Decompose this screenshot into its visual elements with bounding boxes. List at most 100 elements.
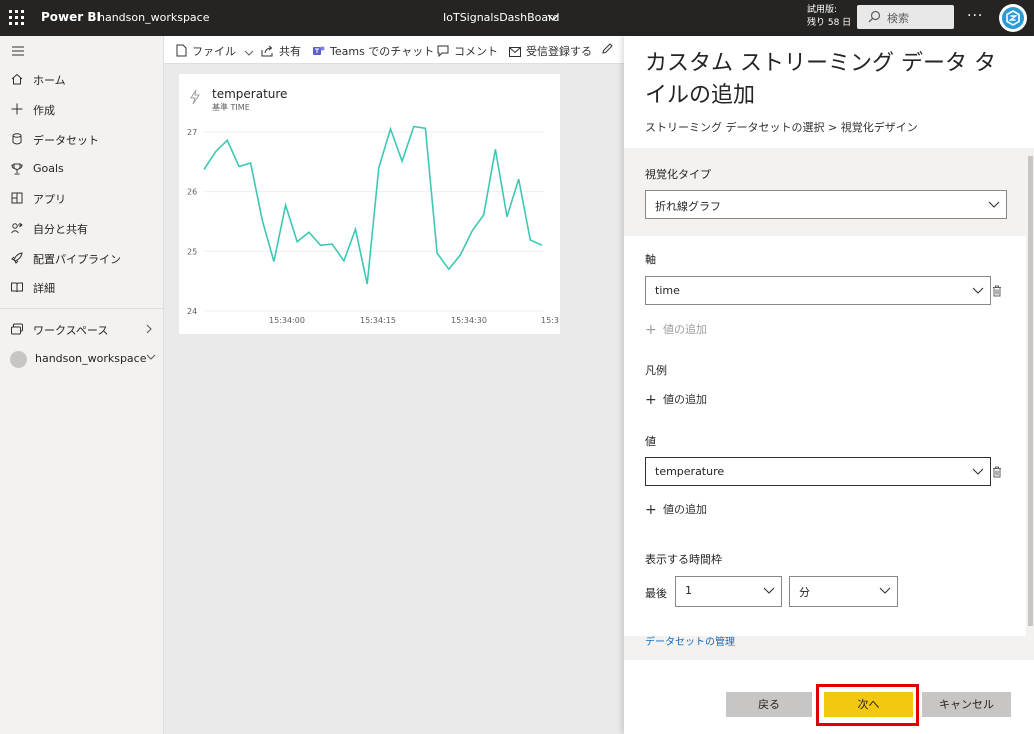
brand-name[interactable]: Power BI	[41, 10, 101, 24]
book-icon	[11, 282, 23, 293]
workspace-avatar-icon	[10, 351, 27, 368]
legend-label: 凡例	[645, 364, 667, 377]
database-icon	[12, 133, 22, 145]
more-options-icon[interactable]: ···	[967, 8, 983, 24]
scrollbar-thumb[interactable]	[1028, 156, 1033, 626]
top-bar: Power BI handson_workspace IoTSignalsDas…	[0, 0, 1034, 36]
viz-type-dropdown[interactable]: 折れ線グラフ	[645, 190, 1007, 219]
nav-item-label: アプリ	[33, 193, 66, 206]
values-label: 値	[645, 435, 656, 448]
add-tile-panel: カスタム ストリーミング データ タイルの追加 ストリーミング データセットの選…	[624, 36, 1034, 734]
values-value: temperature	[655, 465, 725, 478]
subscribe-button[interactable]: 受信登録する	[509, 43, 592, 59]
apps-icon	[11, 192, 23, 204]
time-number-dropdown[interactable]: 1	[675, 576, 782, 607]
dashboard-title[interactable]: IoTSignalsDashBoard	[443, 11, 559, 24]
y-tick-label: 25	[187, 247, 197, 256]
nav-item-label: 配置パイプライン	[33, 253, 121, 266]
account-avatar[interactable]	[999, 4, 1027, 32]
delete-icon[interactable]	[992, 466, 1002, 478]
nav-item-pipelines[interactable]: 配置パイプライン	[0, 245, 164, 271]
chevron-down-icon[interactable]	[546, 10, 560, 24]
add-value-label: 値の追加	[663, 393, 707, 406]
wizard-breadcrumb: ストリーミング データセットの選択 > 視覚化デザイン	[645, 121, 918, 134]
app-launcher-icon[interactable]	[9, 10, 25, 26]
nav-item-current-workspace[interactable]: handson_workspace	[0, 346, 164, 372]
nav-item-label: ワークスペース	[33, 324, 109, 337]
back-button[interactable]: 戻る	[726, 692, 812, 717]
avatar-icon	[1002, 7, 1024, 29]
viz-type-value: 折れ線グラフ	[655, 200, 721, 213]
nav-item-learn[interactable]: 詳細	[0, 274, 164, 300]
y-tick-label: 27	[187, 128, 197, 137]
subscribe-label: 受信登録する	[526, 45, 592, 58]
search-icon	[868, 10, 881, 23]
chevron-down-icon	[988, 201, 1000, 208]
chevron-right-icon[interactable]	[145, 323, 153, 335]
x-tick-label: 15:34:00	[269, 316, 305, 325]
rocket-icon	[11, 252, 23, 264]
plus-icon	[11, 103, 23, 115]
search-placeholder: 検索	[887, 12, 909, 25]
line-chart: 24 25 26 27 15:34:00 15:34:15 15:34:30 15:3	[187, 125, 559, 325]
pencil-icon	[602, 43, 613, 54]
time-window-label: 表示する時間枠	[645, 553, 722, 566]
teams-icon	[313, 46, 325, 55]
teams-label: Teams でのチャット	[330, 45, 435, 58]
values-dropdown[interactable]: temperature	[645, 457, 991, 486]
share-button[interactable]: 共有	[261, 43, 301, 59]
teams-chat-button[interactable]: Teams でのチャット	[312, 43, 434, 59]
cancel-button[interactable]: キャンセル	[922, 692, 1011, 717]
search-input[interactable]: 検索	[857, 5, 954, 29]
file-icon	[176, 44, 187, 57]
chevron-down-icon[interactable]	[145, 353, 157, 361]
breadcrumb-workspace[interactable]: handson_workspace	[98, 11, 210, 24]
trial-label: 試用版:	[807, 5, 838, 15]
nav-item-goals[interactable]: Goals	[0, 156, 164, 182]
nav-item-workspaces[interactable]: ワークスペース	[0, 316, 164, 342]
home-icon	[11, 73, 23, 85]
nav-item-create[interactable]: 作成	[0, 96, 164, 122]
x-tick-label: 15:34:30	[451, 316, 487, 325]
nav-item-home[interactable]: ホーム	[0, 66, 164, 92]
streaming-tile[interactable]: temperature 基準 TIME 24 25 26 27 15:34:00 15:3…	[179, 74, 560, 334]
temperature-line	[203, 125, 543, 285]
file-menu[interactable]: ファイル	[176, 43, 254, 59]
axis-label: 軸	[645, 253, 656, 266]
trial-status: 試用版: 残り 58 日	[807, 4, 851, 30]
file-label: ファイル	[192, 45, 236, 58]
manage-datasets-link[interactable]: データセットの管理	[645, 633, 735, 648]
chevron-down-icon	[763, 587, 775, 594]
delete-icon[interactable]	[992, 285, 1002, 297]
viz-type-label: 視覚化タイプ	[645, 168, 711, 181]
panel-title: カスタム ストリーミング データ タイルの追加	[645, 51, 996, 108]
nav-divider	[0, 308, 164, 309]
last-label: 最後	[645, 587, 667, 600]
add-legend-value-button[interactable]: + 値の追加	[645, 391, 707, 408]
nav-item-apps[interactable]: アプリ	[0, 185, 164, 211]
nav-item-datasets[interactable]: データセット	[0, 126, 164, 152]
y-tick-label: 24	[187, 307, 197, 316]
add-axis-value-button[interactable]: + 値の追加	[645, 321, 707, 338]
plus-icon: +	[645, 502, 657, 518]
add-values-value-button[interactable]: + 値の追加	[645, 501, 707, 518]
axis-value: time	[655, 284, 680, 297]
time-unit-dropdown[interactable]: 分	[789, 576, 898, 607]
hamburger-menu-icon[interactable]	[11, 45, 25, 57]
workspaces-icon	[11, 323, 23, 335]
edit-button[interactable]	[601, 43, 618, 56]
time-unit-value: 分	[799, 586, 810, 599]
share-label: 共有	[279, 45, 301, 58]
comment-button[interactable]: コメント	[437, 43, 498, 59]
time-number-value: 1	[685, 584, 692, 597]
trophy-icon	[11, 163, 23, 175]
axis-dropdown[interactable]: time	[645, 276, 991, 305]
nav-item-shared[interactable]: 自分と共有	[0, 215, 164, 241]
nav-item-label: 自分と共有	[33, 223, 88, 236]
add-value-label: 値の追加	[663, 503, 707, 516]
highlight-annotation	[816, 684, 919, 726]
chevron-down-icon	[244, 50, 253, 56]
comment-label: コメント	[454, 45, 498, 58]
nav-item-label: handson_workspace	[35, 352, 147, 365]
x-tick-label: 15:3	[541, 316, 559, 325]
